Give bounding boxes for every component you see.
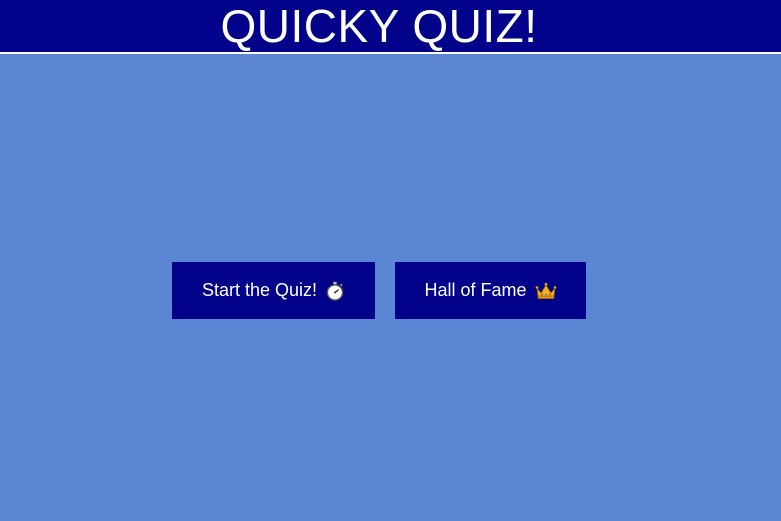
header-bar: QUICKY QUIZ!: [0, 0, 781, 54]
start-quiz-button[interactable]: Start the Quiz!: [172, 262, 375, 319]
page-title: QUICKY QUIZ!: [220, 0, 538, 52]
hall-of-fame-button[interactable]: Hall of Fame: [395, 262, 586, 319]
crown-icon: [534, 282, 557, 300]
stopwatch-icon: [325, 281, 345, 301]
hall-of-fame-label: Hall of Fame: [424, 280, 527, 300]
start-quiz-label: Start the Quiz!: [201, 280, 318, 300]
